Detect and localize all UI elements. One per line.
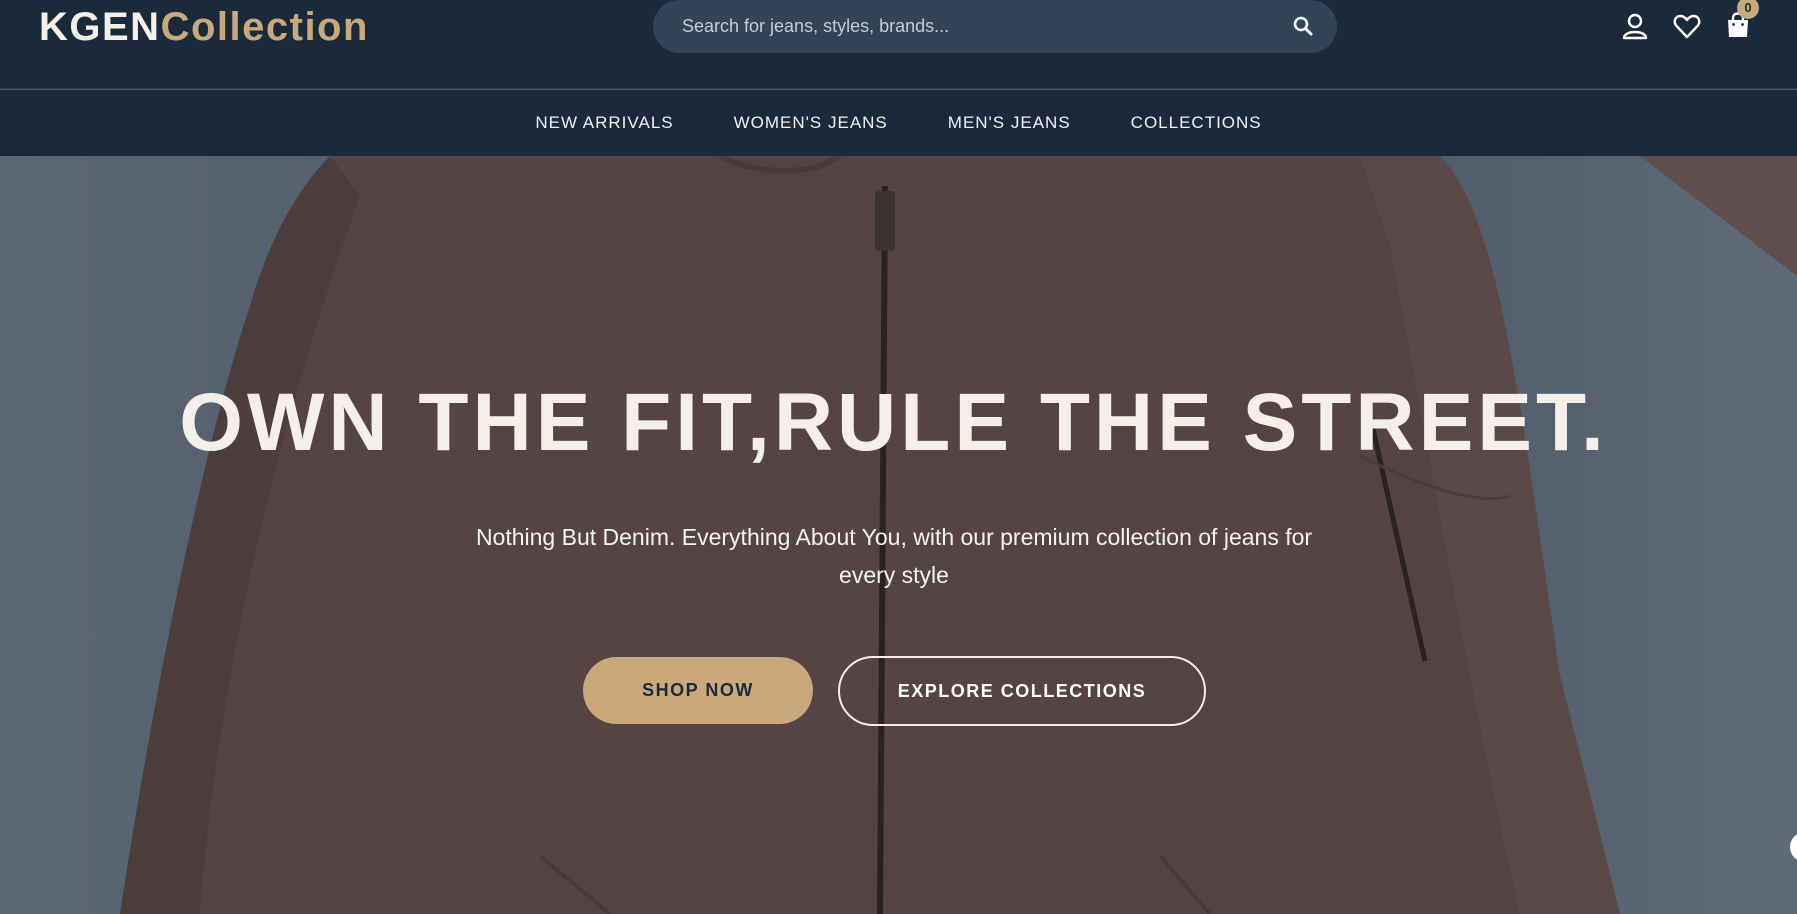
site-header: KGENCollection 0 — [0, 0, 1797, 89]
hero-subtitle: Nothing But Denim. Everything About You,… — [475, 524, 1313, 588]
shop-now-button[interactable]: SHOP NOW — [583, 657, 813, 724]
search-bar — [653, 0, 1337, 53]
nav-link-womens-jeans[interactable]: WOMEN'S JEANS — [734, 113, 888, 133]
nav-link-collections[interactable]: COLLECTIONS — [1131, 113, 1262, 133]
hero-title: OWN THE FIT,RULE THE STREET. — [179, 377, 1608, 468]
brand-logo-part1: KGEN — [39, 5, 161, 49]
search-input[interactable] — [682, 0, 1262, 53]
brand-logo-part2: Collection — [160, 5, 369, 49]
nav-link-mens-jeans[interactable]: MEN'S JEANS — [948, 113, 1071, 133]
heart-icon[interactable] — [1672, 11, 1702, 41]
explore-collections-button[interactable]: EXPLORE COLLECTIONS — [838, 656, 1206, 726]
nav-link-new-arrivals[interactable]: NEW ARRIVALS — [535, 113, 673, 133]
hero-banner: OWN THE FIT,RULE THE STREET. Nothing But… — [0, 156, 1797, 914]
cart-count-badge: 0 — [1737, 0, 1759, 19]
user-icon[interactable] — [1620, 11, 1650, 41]
brand-logo[interactable]: KGENCollection — [39, 4, 369, 50]
main-nav: NEW ARRIVALS WOMEN'S JEANS MEN'S JEANS C… — [0, 90, 1797, 156]
search-icon[interactable] — [1291, 14, 1315, 38]
